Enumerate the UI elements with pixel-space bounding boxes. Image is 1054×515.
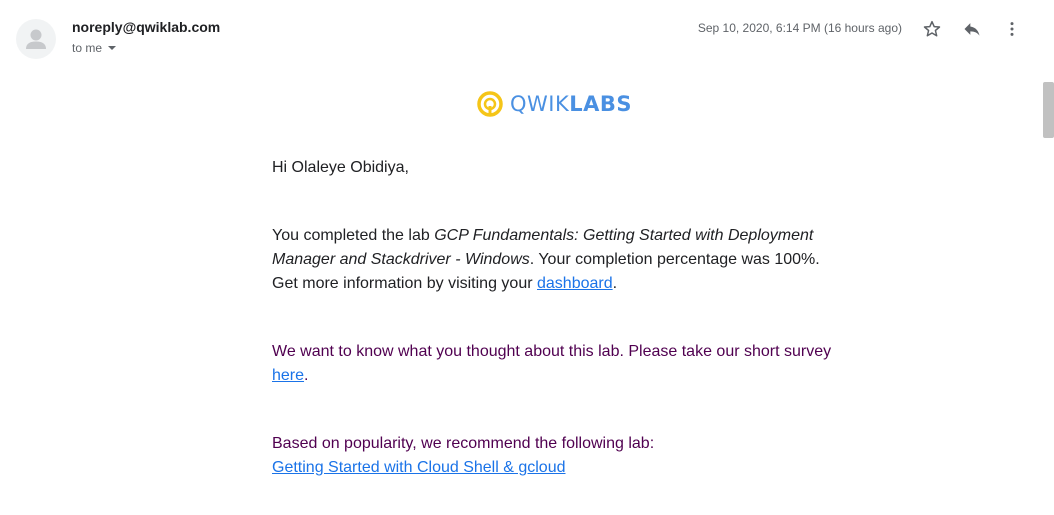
reply-button[interactable] (958, 15, 986, 43)
survey-paragraph: We want to know what you thought about t… (272, 340, 832, 388)
sender-avatar[interactable] (16, 19, 56, 59)
person-icon (26, 29, 46, 49)
star-icon (923, 20, 941, 37)
completion-prefix: You completed the lab (272, 227, 435, 244)
more-options-button[interactable] (998, 15, 1026, 43)
survey-prefix: We want to know what you thought about t… (272, 343, 832, 360)
reply-icon (964, 23, 980, 36)
email-timestamp: Sep 10, 2020, 6:14 PM (16 hours ago) (697, 21, 902, 35)
scrollbar-thumb[interactable] (1043, 82, 1054, 138)
period: . (612, 275, 618, 292)
recommendation-text: Based on popularity, we recommend the fo… (272, 435, 655, 452)
logo-text-labs: LABS (569, 92, 633, 116)
logo-text-qwik: QWIK (510, 92, 570, 116)
more-vert-icon (1010, 22, 1014, 36)
recommendation-paragraph: Based on popularity, we recommend the fo… (272, 432, 832, 480)
recipient-details-toggle[interactable]: to me (72, 41, 117, 55)
email-body: Hi Olaleye Obidiya, You completed the la… (272, 156, 832, 480)
greeting-text: Hi Olaleye Obidiya, (272, 159, 409, 176)
recommended-lab-link[interactable]: Getting Started with Cloud Shell & gclou… (272, 459, 566, 476)
email-header: noreply@qwiklab.com to me Sep 10, 2020, … (0, 0, 1054, 70)
sender-address[interactable]: noreply@qwiklab.com (72, 19, 220, 35)
caret-down-icon (108, 46, 117, 50)
recipient-label: to me (72, 41, 103, 55)
qwiklabs-logo-mark-icon (477, 91, 503, 117)
survey-link[interactable]: here (272, 367, 304, 384)
completion-paragraph: You completed the lab GCP Fundamentals: … (272, 224, 832, 296)
star-button[interactable] (918, 15, 946, 43)
period: . (304, 367, 309, 384)
logo-wordmark: QWIKLABS (510, 92, 632, 116)
dashboard-link[interactable]: dashboard (537, 275, 613, 292)
qwiklabs-logo: QWIKLABS (476, 89, 632, 119)
